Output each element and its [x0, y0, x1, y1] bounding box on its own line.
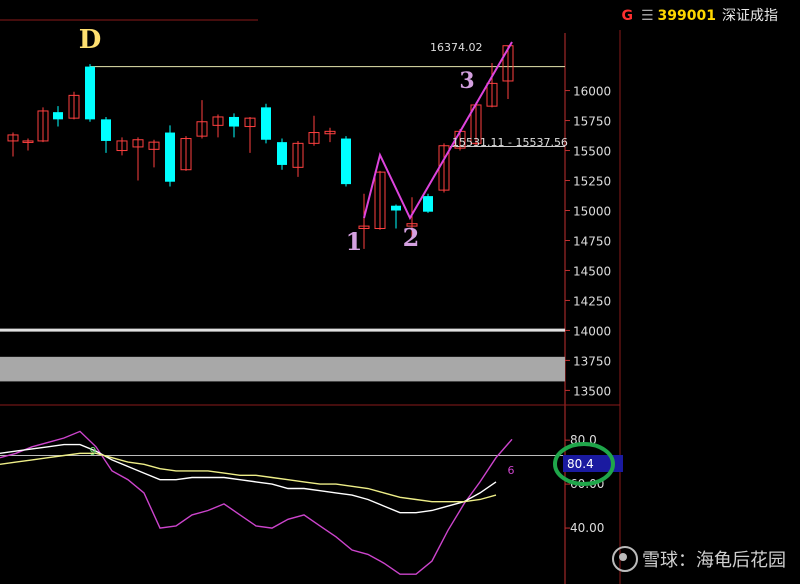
xueqiu-logo-icon	[612, 546, 638, 572]
candle-body-down	[165, 132, 175, 182]
kdj-series-line	[0, 452, 497, 503]
candle-body-down	[229, 116, 239, 127]
ticker-code: 399001	[657, 8, 716, 24]
price-tick-label: 13750	[573, 354, 611, 368]
watermark: 雪球：海龟后花园	[612, 546, 786, 574]
kdj-tick-label: 40.00	[570, 521, 604, 535]
price-tick-label: 14500	[573, 264, 611, 278]
kdj-series-line	[0, 443, 497, 514]
price-tick-label: 14250	[573, 294, 611, 308]
price-tick-label: 13500	[573, 384, 611, 398]
pattern-label: 1	[346, 227, 363, 256]
pattern-label: D	[79, 25, 102, 55]
candle-body-down	[85, 66, 95, 120]
wave-line	[363, 41, 513, 221]
market-flag: G	[621, 8, 633, 24]
high-value-label: 16374.02	[430, 41, 483, 54]
price-tick-label: 15250	[573, 175, 611, 189]
price-tick-label: 14750	[573, 234, 611, 248]
candle-body-down	[101, 119, 111, 141]
price-tick-label: 15750	[573, 115, 611, 129]
price-tick-label: 14000	[573, 324, 611, 338]
price-tick-label: 16000	[573, 85, 611, 99]
kdj-series-line	[0, 430, 513, 575]
chart-canvas: 16000 15750 15500 15250 15000 14750 14500 14250…	[0, 19, 623, 584]
gray-band	[0, 356, 565, 382]
price-tick-label: 15500	[573, 145, 611, 159]
candle-body-down	[261, 107, 271, 140]
ticker-header: G ☰ 399001 深证成指	[621, 5, 778, 25]
ticker-name: 深证成指	[722, 8, 778, 24]
candle-body-down	[423, 196, 433, 212]
kdj-marker: 6	[508, 464, 515, 477]
kdj-marker: 9	[90, 445, 97, 458]
candle-body-down	[53, 112, 63, 120]
indicator-value: 80.4	[567, 457, 594, 471]
watermark-author: 海龟后花园	[696, 550, 786, 571]
menu-icon[interactable]: ☰	[641, 8, 654, 24]
watermark-prefix: 雪球：	[642, 550, 696, 571]
pattern-label: 3	[459, 68, 474, 94]
candle-body-down	[391, 205, 401, 211]
gap-range-label: 15531.11 - 15537.56	[452, 136, 568, 149]
candle-body-down	[341, 138, 351, 185]
price-tick-label: 15000	[573, 205, 611, 219]
pattern-label: 2	[403, 223, 420, 252]
candle-body-down	[277, 142, 287, 165]
